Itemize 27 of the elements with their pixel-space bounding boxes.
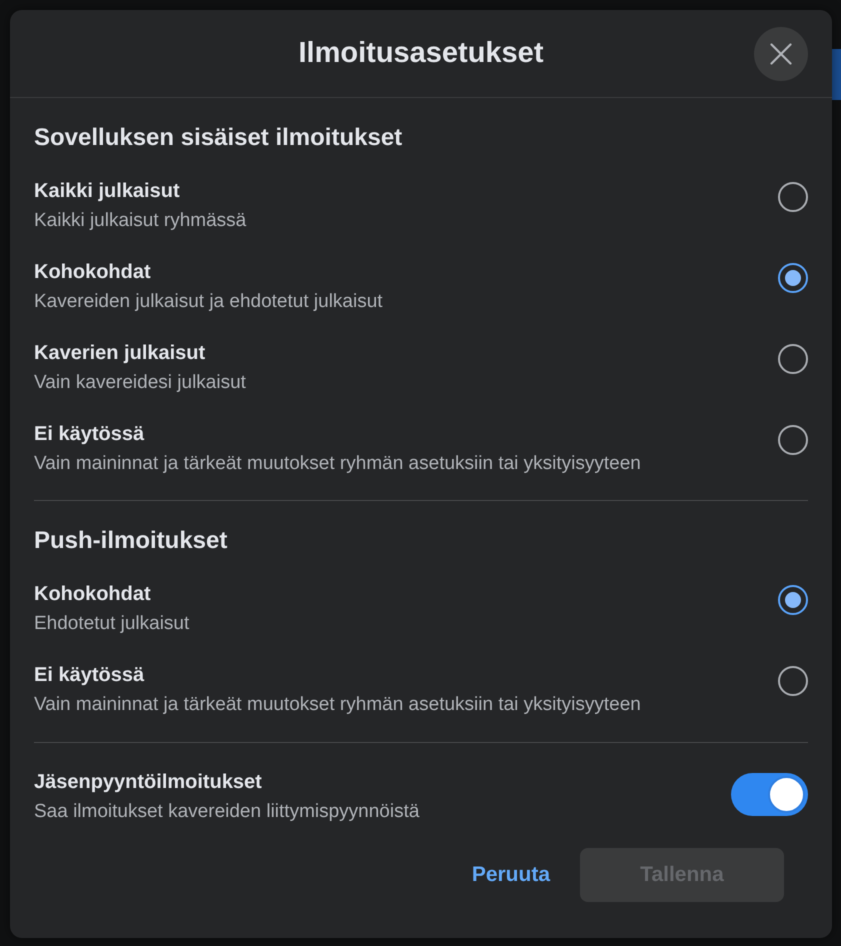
toggle-switch[interactable]	[731, 773, 808, 816]
option-description: Vain maininnat ja tärkeät muutokset ryhmän asetuksiin tai yksityisyyteen	[34, 694, 641, 716]
dialog-title: Ilmoitusasetukset	[298, 36, 544, 71]
close-icon	[770, 43, 792, 65]
option-title: Kohokohdat	[34, 582, 151, 606]
radio-button[interactable]	[778, 425, 808, 455]
cancel-button[interactable]: Peruuta	[460, 848, 562, 902]
radio-button[interactable]	[778, 585, 808, 615]
option-title: Kohokohdat	[34, 260, 151, 284]
backdrop-button-edge	[832, 49, 841, 100]
radio-button[interactable]	[778, 263, 808, 293]
radio-button[interactable]	[778, 182, 808, 212]
radio-button[interactable]	[778, 344, 808, 374]
option-description: Vain maininnat ja tärkeät muutokset ryhmän asetuksiin tai yksityisyyteen	[34, 453, 641, 475]
section-heading: Sovelluksen sisäiset ilmoitukset	[34, 124, 404, 152]
option-title: Kaikki julkaisut	[34, 179, 180, 203]
option-title: Kaverien julkaisut	[34, 341, 206, 365]
setting-title: Jäsenpyyntöilmoitukset	[34, 770, 262, 794]
option-description: Ehdotetut julkaisut	[34, 613, 190, 635]
radio-button[interactable]	[778, 666, 808, 696]
option-title: Ei käytössä	[34, 663, 144, 687]
option-description: Kavereiden julkaisut ja ehdotetut julkaisut	[34, 291, 383, 313]
section-heading: Push-ilmoitukset	[34, 527, 228, 555]
option-description: Vain kavereidesi julkaisut	[34, 372, 246, 394]
setting-description: Saa ilmoitukset kavereiden liittymispyynnöistä	[34, 801, 420, 823]
option-title: Ei käytössä	[34, 422, 144, 446]
option-description: Kaikki julkaisut ryhmässä	[34, 210, 246, 232]
